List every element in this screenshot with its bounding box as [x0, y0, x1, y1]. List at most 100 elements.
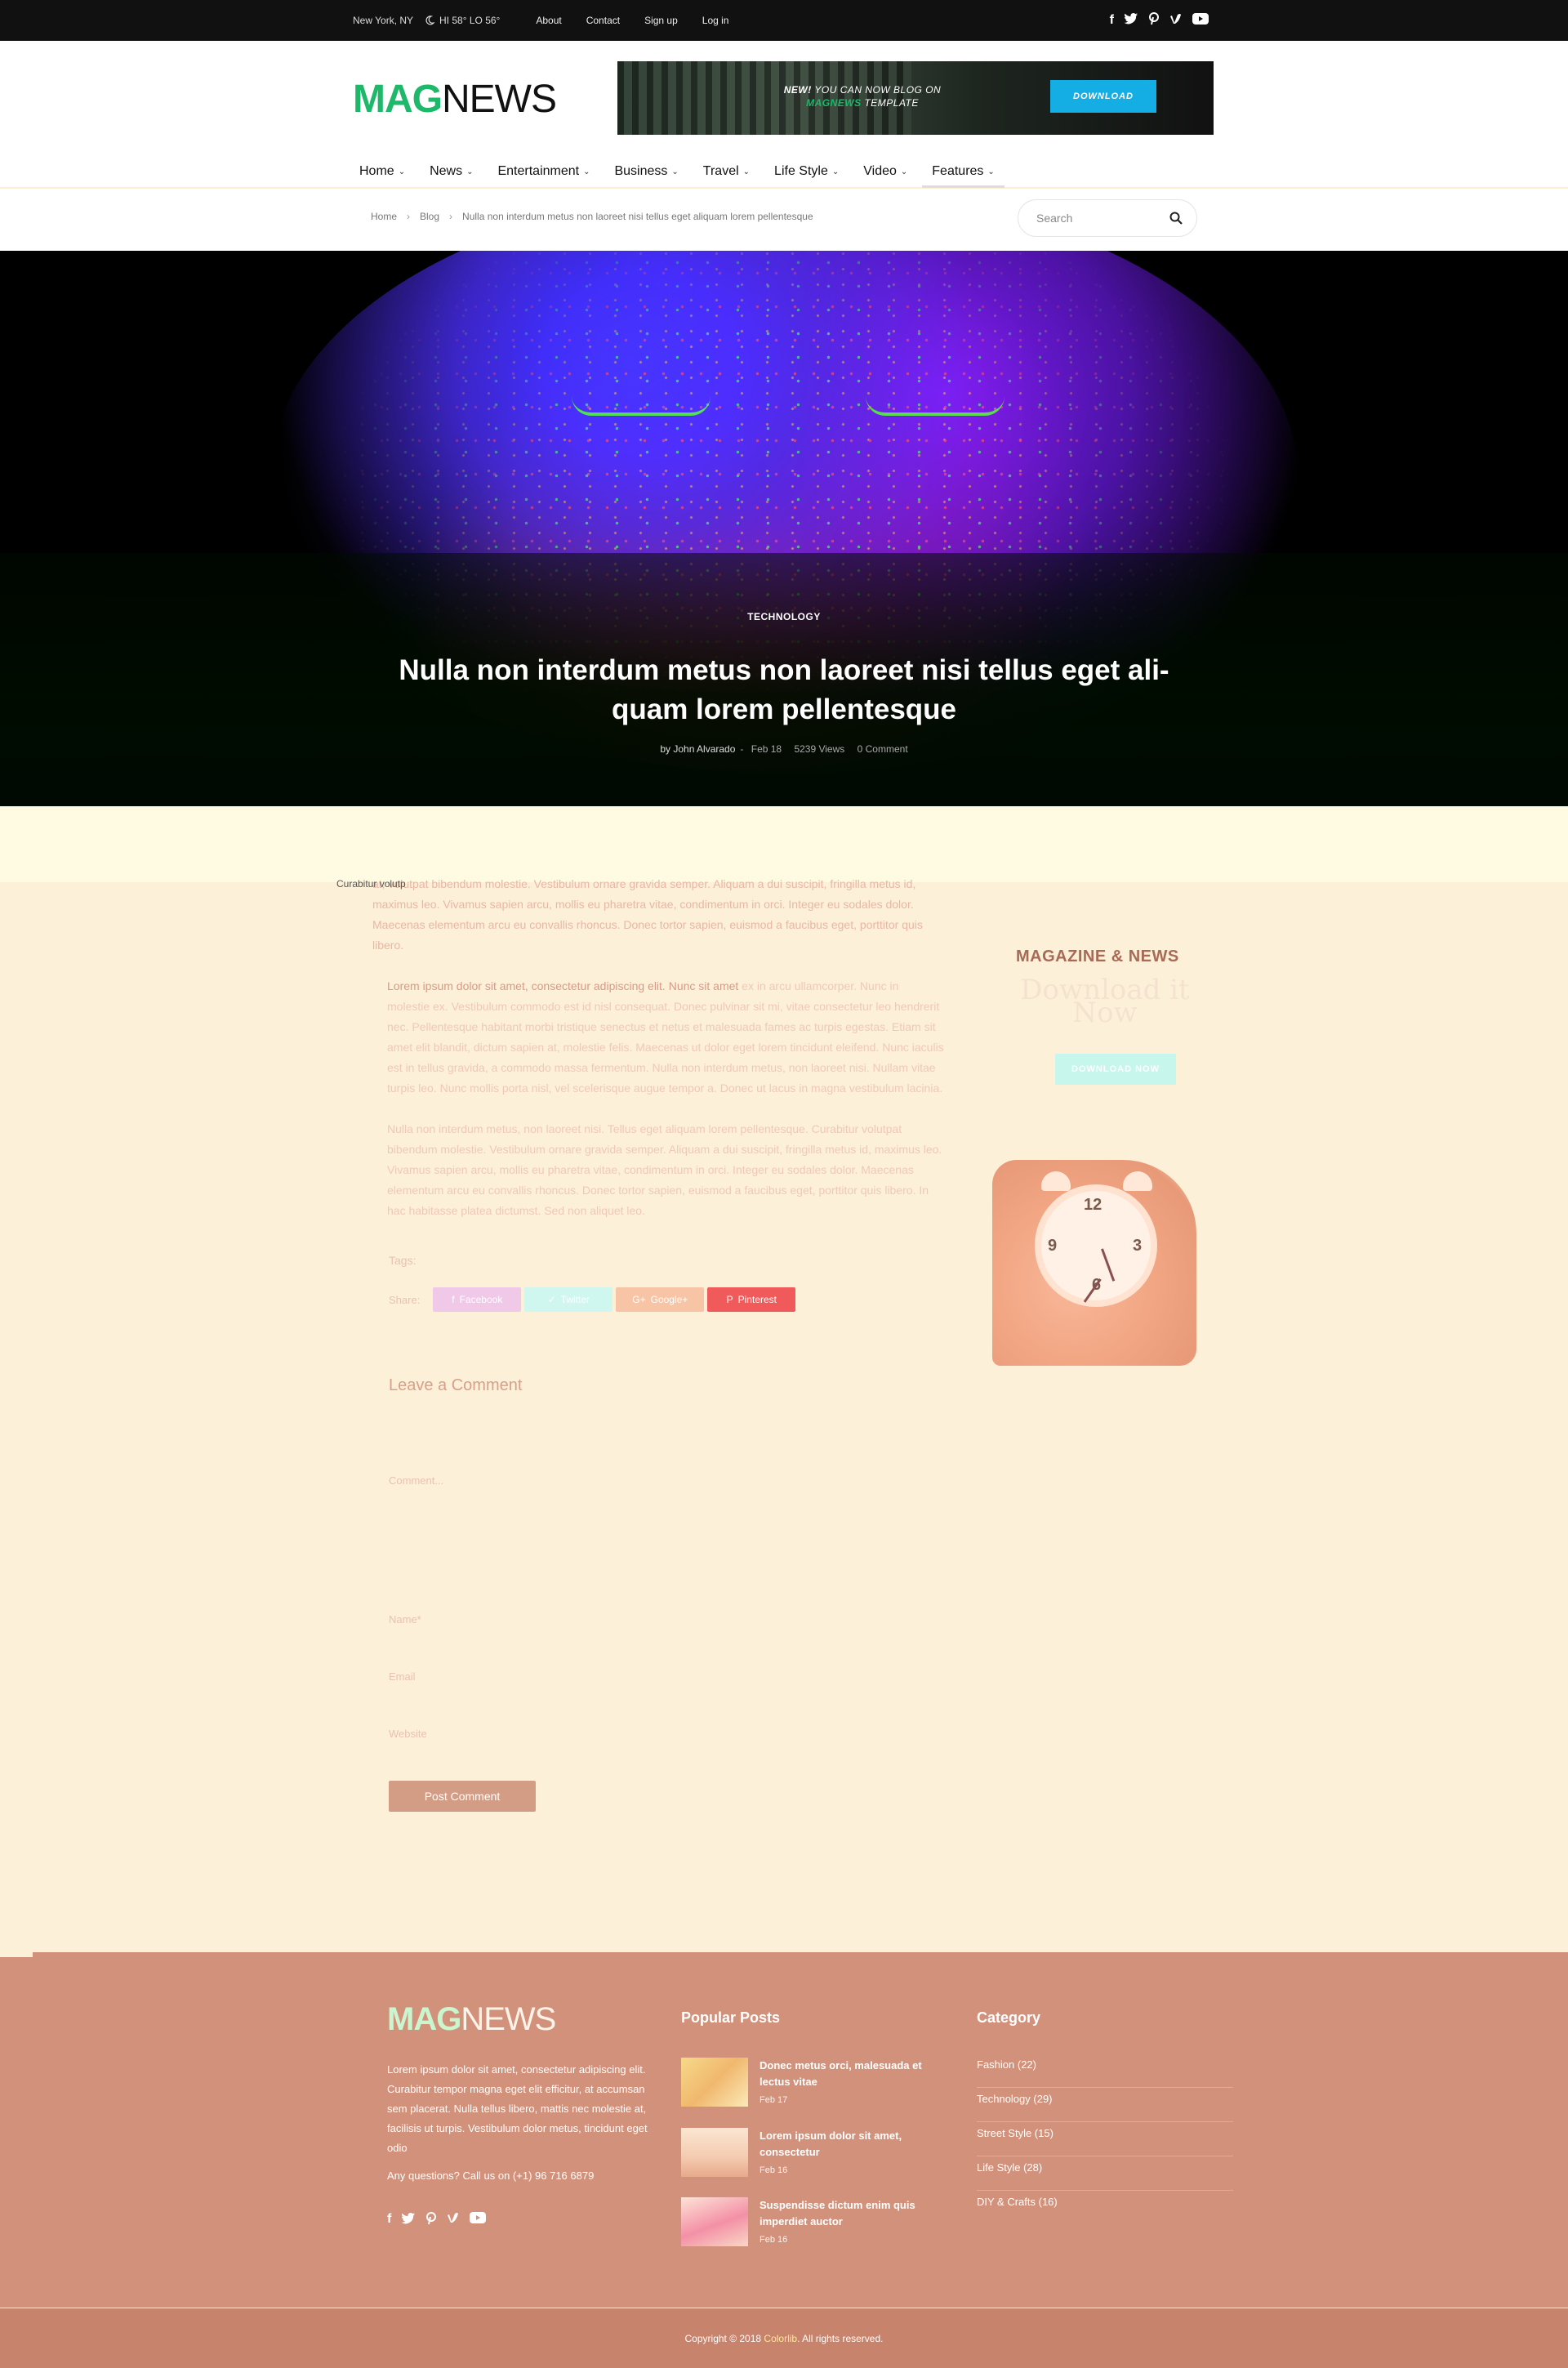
share-pinterest-button[interactable]: P Pinterest [707, 1287, 796, 1312]
twitter-icon[interactable] [401, 2212, 416, 2229]
vimeo-icon[interactable] [1169, 13, 1183, 29]
sidebar-clock-image[interactable]: 12 3 6 9 [992, 1160, 1196, 1366]
name-field[interactable]: Name* [389, 1613, 421, 1625]
nav-video[interactable]: Video ⌄ [863, 164, 907, 179]
youtube-icon[interactable] [470, 2212, 487, 2229]
popular-post[interactable]: Lorem ipsum dolor sit amet, consectetur … [681, 2128, 926, 2185]
share-google-button[interactable]: G+ Google+ [616, 1287, 705, 1312]
breadcrumb-blog[interactable]: Blog [420, 211, 439, 222]
comment-textarea[interactable]: Comment... [389, 1474, 443, 1487]
popular-post-thumbnail[interactable] [681, 2128, 748, 2177]
popular-post[interactable]: Suspendisse dictum enim quis imperdiet a… [681, 2197, 926, 2254]
post-title: Nulla non interdum metus non laoreet nis… [399, 654, 1169, 725]
link-sign-up[interactable]: Sign up [644, 15, 678, 26]
nav-home[interactable]: Home ⌄ [359, 164, 405, 179]
breadcrumb-home[interactable]: Home [371, 211, 397, 222]
hero-category[interactable]: TECHNOLOGY [0, 611, 1568, 622]
post-views: 5239 Views [794, 743, 845, 755]
google-plus-icon: G+ [632, 1294, 646, 1305]
link-contact[interactable]: Contact [586, 15, 620, 26]
clock-face-icon: 12 3 6 9 [1035, 1184, 1157, 1307]
chevron-down-icon: ⌄ [466, 167, 474, 176]
nav-news[interactable]: News ⌄ [430, 164, 473, 179]
link-about[interactable]: About [536, 15, 561, 26]
nav-features[interactable]: Features ⌄ [922, 164, 1004, 188]
category-heading: Category [977, 2009, 1041, 2026]
pinterest-icon[interactable] [1148, 11, 1160, 29]
footer-call: Any questions? Call us on (+1) 96 716 68… [387, 2170, 595, 2182]
search-placeholder: Search [1036, 212, 1073, 225]
footer-logo[interactable]: MAGNEWS [387, 2001, 556, 2038]
chevron-down-icon: ⌄ [671, 167, 679, 176]
post-meta: by John Alvarado - Feb 18 5239 Views 0 Co… [660, 743, 908, 755]
email-field[interactable]: Email [389, 1670, 416, 1683]
top-social: f [1110, 0, 1209, 41]
article-dropcap: Curabitur volutp [336, 878, 406, 890]
twitter-icon[interactable] [1124, 12, 1138, 29]
moon-icon [425, 16, 435, 25]
chevron-right-icon: › [449, 211, 453, 222]
post-author[interactable]: by John Alvarado [660, 743, 735, 755]
category-item-technology[interactable]: Technology (29) [977, 2088, 1233, 2122]
share-twitter-button[interactable]: ✓ Twitter [524, 1287, 613, 1312]
facebook-icon[interactable]: f [387, 2212, 391, 2229]
chevron-down-icon: ⌄ [398, 167, 406, 176]
header-banner[interactable]: NEW! YOU CAN NOW BLOG ON MAGNEWS TEMPLAT… [617, 61, 1214, 135]
category-item-life-style[interactable]: Life Style (28) [977, 2156, 1233, 2191]
article-paragraph-2: Lorem ipsum dolor sit amet, consectetur … [387, 979, 944, 1095]
pinterest-icon[interactable] [425, 2212, 437, 2229]
top-bar: New York, NY HI 58° LO 56° About Contact… [0, 0, 1568, 41]
search-icon[interactable] [1169, 211, 1183, 225]
comment-heading: Leave a Comment [389, 1376, 523, 1394]
banner-text: NEW! YOU CAN NOW BLOG ON MAGNEWS TEMPLAT… [783, 84, 942, 109]
sidebar-ad-title: MAGAZINE & NEWS [1016, 948, 1179, 965]
category-item-fashion[interactable]: Fashion (22) [977, 2054, 1233, 2088]
breadcrumb-bar: Home › Blog › Nulla non interdum metus n… [0, 189, 1568, 251]
search-input[interactable]: Search [1018, 199, 1197, 237]
youtube-icon[interactable] [1192, 12, 1209, 29]
nav-life-style[interactable]: Life Style ⌄ [774, 164, 839, 179]
link-log-in[interactable]: Log in [702, 15, 729, 26]
popular-post-title[interactable]: Suspendisse dictum enim quis imperdiet a… [760, 2197, 931, 2230]
chevron-down-icon: ⌄ [742, 167, 751, 176]
popular-post-thumbnail[interactable] [681, 2197, 748, 2246]
nav-entertainment[interactable]: Entertainment ⌄ [497, 164, 590, 179]
chevron-right-icon: › [407, 211, 411, 222]
footer-social: f [387, 2212, 487, 2229]
breadcrumb-current: Nulla non interdum metus non laoreet nis… [462, 211, 813, 222]
vimeo-icon[interactable] [447, 2212, 460, 2229]
content-top-band [0, 807, 1568, 882]
sidebar-download-button[interactable]: DOWNLOAD NOW [1055, 1054, 1176, 1085]
chevron-down-icon: ⌄ [583, 167, 590, 176]
weather-text: HI 58° LO 56° [439, 15, 501, 26]
banner-download-button[interactable]: DOWNLOAD [1050, 80, 1156, 113]
breadcrumb: Home › Blog › Nulla non interdum metus n… [371, 211, 813, 222]
nav-travel[interactable]: Travel ⌄ [703, 164, 750, 179]
post-date: Feb 18 [751, 743, 782, 755]
tags-label: Tags: [389, 1254, 416, 1267]
nav-business[interactable]: Business ⌄ [614, 164, 678, 179]
footer-about: Lorem ipsum dolor sit amet, consectetur … [387, 2060, 648, 2186]
category-item-diy-crafts[interactable]: DIY & Crafts (16) [977, 2191, 1233, 2225]
website-field[interactable]: Website [389, 1728, 427, 1740]
popular-post-title[interactable]: Lorem ipsum dolor sit amet, consectetur [760, 2128, 931, 2161]
popular-post[interactable]: Donec metus orci, malesuada et lectus vi… [681, 2058, 926, 2115]
chevron-down-icon: ⌄ [987, 167, 995, 176]
post-comments[interactable]: 0 Comment [858, 743, 908, 755]
weather: HI 58° LO 56° [425, 15, 511, 26]
facebook-icon[interactable]: f [1110, 13, 1114, 28]
colorlib-link[interactable]: Colorlib [764, 2333, 797, 2344]
share-facebook-button[interactable]: f Facebook [433, 1287, 522, 1312]
location-text: New York, NY [353, 15, 414, 26]
facebook-icon: f [452, 1294, 455, 1305]
popular-post-title[interactable]: Donec metus orci, malesuada et lectus vi… [760, 2058, 931, 2090]
post-comment-button[interactable]: Post Comment [389, 1781, 536, 1812]
clock-minute-hand [1101, 1248, 1116, 1282]
hero-section: TECHNOLOGY Nulla non interdum metus non … [0, 251, 1568, 806]
footer-about-text: Lorem ipsum dolor sit amet, consectetur … [387, 2063, 648, 2154]
copyright-bar: Copyright © 2018 Colorlib. All rights re… [0, 2308, 1568, 2368]
share-label: Share: [389, 1293, 421, 1306]
popular-post-thumbnail[interactable] [681, 2058, 748, 2107]
category-item-street-style[interactable]: Street Style (15) [977, 2122, 1233, 2156]
site-logo[interactable]: MAGNEWS [353, 77, 557, 122]
